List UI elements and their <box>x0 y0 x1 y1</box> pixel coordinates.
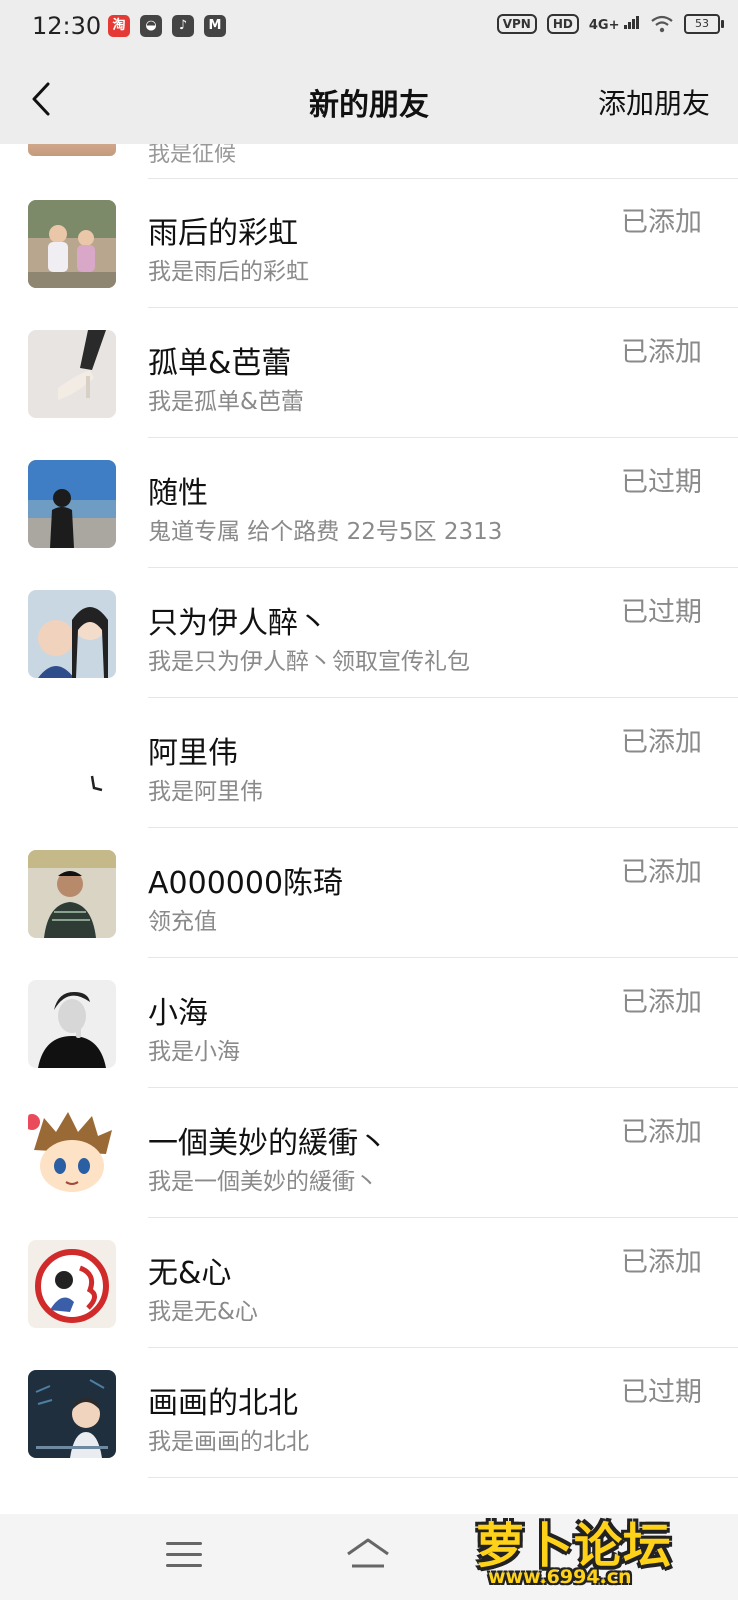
avatar[interactable] <box>28 1110 116 1198</box>
contact-row[interactable]: 随性鬼道专属 给个路费 22号5区 2313 已过期 <box>0 438 738 568</box>
request-message: 我是雨后的彩虹 <box>148 259 309 285</box>
request-message: 我是无&心 <box>148 1299 258 1325</box>
request-status: 已添加 <box>621 207 702 238</box>
request-status: 已添加 <box>621 337 702 368</box>
contact-name: 雨后的彩虹 <box>148 216 298 251</box>
new-friends-list[interactable]: 我是征候 雨后的彩虹 我是雨后的彩虹 已添加 孤单&芭蕾 我是孤单&芭蕾 已添加 随性 鬼道专… <box>0 144 738 1514</box>
avatar[interactable] <box>28 330 116 418</box>
request-status: 已过期 <box>621 597 702 628</box>
avatar[interactable] <box>28 980 116 1068</box>
request-status: 已添加 <box>621 1247 702 1278</box>
contact-row[interactable]: 画画的北北我是画画的北北 已过期 <box>0 1348 738 1478</box>
add-friend-button[interactable]: 添加朋友 <box>598 82 710 122</box>
request-message: 我是一個美妙的緩衝丶 <box>148 1169 378 1195</box>
avatar[interactable] <box>28 1240 116 1328</box>
partial-row-divider <box>148 144 738 179</box>
tiktok-icon: ♪ <box>172 15 194 37</box>
contact-row[interactable]: 一個美妙的緩衝丶我是一個美妙的緩衝丶 已添加 <box>0 1088 738 1218</box>
navigation-bar: 新的朋友 添加朋友 <box>0 56 738 144</box>
request-message: 我是画画的北北 <box>148 1429 309 1455</box>
contact-row[interactable]: 只为伊人醉丶我是只为伊人醉丶领取宣传礼包 已过期 <box>0 568 738 698</box>
contact-name: 只为伊人醉丶 <box>148 606 328 641</box>
status-indicators: VPN HD 4G+ 53 <box>496 14 724 34</box>
avatar[interactable] <box>28 590 116 678</box>
request-message: 我是孤单&芭蕾 <box>148 389 304 415</box>
contact-name: 孤单&芭蕾 <box>148 346 292 381</box>
request-message: 我是小海 <box>148 1039 240 1065</box>
signal-bars-icon <box>624 16 639 29</box>
contact-name: 阿里伟 <box>148 736 238 771</box>
avatar[interactable] <box>28 720 116 808</box>
mail-icon: M <box>204 15 226 37</box>
menu-key-icon[interactable] <box>166 1542 202 1575</box>
contact-name: 画画的北北 <box>148 1386 298 1421</box>
status-time: 12:30 <box>32 12 102 40</box>
contact-row[interactable]: 雨后的彩虹我是雨后的彩虹 已添加 <box>0 178 738 308</box>
contact-row[interactable]: 小海我是小海 已添加 <box>0 958 738 1088</box>
request-message: 鬼道专属 给个路费 22号5区 2313 <box>148 519 503 545</box>
wifi-icon <box>651 15 673 33</box>
contact-name: 一個美妙的緩衝丶 <box>148 1126 388 1161</box>
status-bar: 12:30 淘 ◒ ♪ M VPN HD 4G+ 53 <box>0 0 738 56</box>
hd-icon: HD <box>546 14 579 34</box>
contact-row[interactable]: 孤单&芭蕾我是孤单&芭蕾 已添加 <box>0 308 738 438</box>
home-key-icon[interactable] <box>344 1536 392 1576</box>
request-status: 已添加 <box>621 1117 702 1148</box>
chat-app-icon: ◒ <box>140 15 162 37</box>
watermark-url: www.6994.cn <box>488 1566 632 1588</box>
contact-row[interactable]: 无&心我是无&心 已添加 <box>0 1218 738 1348</box>
avatar[interactable] <box>28 1370 116 1458</box>
contact-rows: 雨后的彩虹 我是雨后的彩虹 已添加 孤单&芭蕾 我是孤单&芭蕾 已添加 随性 鬼道专属 给个路… <box>0 178 738 1478</box>
forum-watermark-logo: 萝卜论坛 www.6994.cn <box>476 1500 726 1596</box>
contact-name: 随性 <box>148 476 208 511</box>
battery-icon: 53 <box>684 14 724 34</box>
request-status: 已过期 <box>621 467 702 498</box>
contact-name: A000000陈琦 <box>148 866 344 901</box>
network-signal-icon: 4G+ <box>589 15 640 33</box>
contact-row[interactable]: A000000陈琦领充值 已添加 <box>0 828 738 958</box>
contact-row[interactable]: 阿里伟我是阿里伟 已添加 <box>0 698 738 828</box>
contact-name: 小海 <box>148 996 208 1031</box>
request-status: 已过期 <box>621 1377 702 1408</box>
contact-name: 无&心 <box>148 1256 232 1291</box>
taobao-icon: 淘 <box>108 15 130 37</box>
request-status: 已添加 <box>621 727 702 758</box>
avatar[interactable] <box>28 460 116 548</box>
request-status: 已添加 <box>621 857 702 888</box>
network-type: 4G+ <box>588 18 620 33</box>
request-status: 已添加 <box>621 987 702 1018</box>
row-divider <box>148 1477 738 1478</box>
avatar[interactable] <box>28 200 116 288</box>
notification-icons: 淘 ◒ ♪ M <box>108 15 226 37</box>
request-message: 我是只为伊人醉丶领取宣传礼包 <box>148 649 470 675</box>
vpn-icon: VPN <box>496 14 537 34</box>
request-message: 领充值 <box>148 909 217 935</box>
partial-avatar <box>28 144 116 156</box>
avatar[interactable] <box>28 850 116 938</box>
request-message: 我是阿里伟 <box>148 779 263 805</box>
